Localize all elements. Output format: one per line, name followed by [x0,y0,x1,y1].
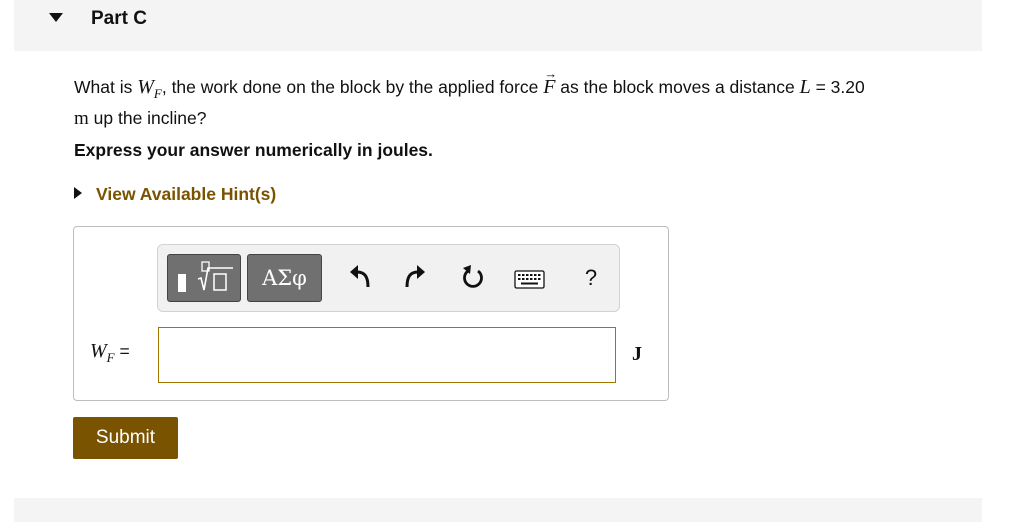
unit-meters: m [74,108,89,129]
help-icon[interactable]: ? [576,262,606,294]
undo-icon [350,265,370,288]
templates-button[interactable] [167,254,241,302]
answer-instruction: Express your answer numerically in joule… [74,140,433,160]
expand-arrow-icon [74,187,82,199]
next-part-header[interactable] [14,498,982,522]
part-title: Part C [91,8,147,29]
distance-symbol: L [799,76,811,98]
reset-icon [463,265,483,288]
part-header[interactable]: Part C [14,0,982,51]
question-text: What is WF, the work done on the block b… [74,66,865,129]
redo-icon [405,265,425,288]
templates-icon [178,261,233,292]
answer-label: WF = [90,340,130,365]
force-vector-symbol: → F [543,66,558,98]
math-toolbar: ΑΣφ ? [157,244,620,312]
collapse-arrow-icon[interactable] [49,13,63,22]
hint-label: View Available Hint(s) [96,184,277,204]
greek-symbols-button[interactable]: ΑΣφ [247,254,322,302]
keyboard-button[interactable] [513,262,547,294]
work-symbol: WF [137,76,162,101]
reset-button[interactable] [458,262,488,294]
redo-button[interactable] [401,262,431,294]
undo-button[interactable] [344,262,374,294]
view-hints-link[interactable]: View Available Hint(s) [74,184,276,205]
answer-input[interactable] [158,327,616,383]
answer-unit: J [632,343,642,365]
submit-button[interactable]: Submit [73,417,178,459]
keyboard-icon [514,270,545,289]
